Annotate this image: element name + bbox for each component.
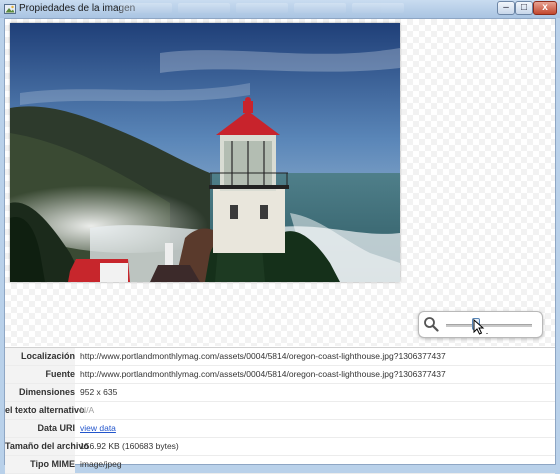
zoom-control bbox=[418, 311, 543, 338]
background-tabs bbox=[120, 3, 440, 15]
property-value[interactable]: http://www.portlandmonthlymag.com/assets… bbox=[80, 366, 446, 383]
property-row: Fuente http://www.portlandmonthlymag.com/… bbox=[5, 366, 555, 384]
properties-table: Localización http://www.portlandmonthlyma… bbox=[5, 347, 555, 474]
background-tab bbox=[236, 3, 288, 13]
title-bar[interactable]: Propiedades de la imagen – □ x bbox=[0, 0, 560, 18]
property-label: Fuente bbox=[5, 366, 75, 383]
image-icon bbox=[4, 4, 16, 14]
magnifier-icon[interactable] bbox=[423, 316, 439, 332]
property-row: Dimensiones 952 x 635 bbox=[5, 384, 555, 402]
property-row: Tamaño del archivo 156.92 KB (160683 byte… bbox=[5, 438, 555, 456]
close-button[interactable]: x bbox=[533, 1, 557, 15]
property-value: N/A bbox=[80, 405, 95, 415]
image-viewer[interactable] bbox=[5, 19, 555, 346]
minimize-button[interactable]: – bbox=[497, 1, 515, 15]
property-label: Localización bbox=[5, 348, 75, 365]
mouse-cursor-icon bbox=[473, 319, 485, 335]
view-data-link[interactable]: view data bbox=[80, 420, 116, 437]
property-row: Localización http://www.portlandmonthlyma… bbox=[5, 348, 555, 366]
dialog-content: Localización http://www.portlandmonthlyma… bbox=[4, 18, 556, 474]
property-label: Data URI bbox=[5, 420, 75, 437]
preview-image bbox=[10, 23, 400, 282]
zoom-slider-track[interactable] bbox=[446, 324, 532, 327]
property-row: el texto alternativo N/A bbox=[5, 402, 555, 420]
property-value[interactable]: 156.92 KB (160683 bytes) bbox=[80, 438, 179, 455]
property-value[interactable]: http://www.portlandmonthlymag.com/assets… bbox=[80, 348, 446, 365]
background-tab bbox=[352, 3, 404, 13]
property-label: Tamaño del archivo bbox=[5, 438, 89, 455]
background-tab bbox=[120, 3, 172, 13]
property-row: Data URI view data bbox=[5, 420, 555, 438]
zoom-slider-tick bbox=[486, 333, 489, 334]
property-label: Dimensiones bbox=[5, 384, 75, 401]
property-value[interactable]: image/jpeg bbox=[80, 456, 122, 473]
property-label: el texto alternativo bbox=[5, 402, 85, 419]
maximize-button[interactable]: □ bbox=[515, 1, 533, 15]
background-tab bbox=[178, 3, 230, 13]
window-title: Propiedades de la imagen bbox=[19, 3, 136, 14]
background-tab bbox=[294, 3, 346, 13]
property-value[interactable]: 952 x 635 bbox=[80, 384, 117, 401]
property-row: Tipo MIME image/jpeg bbox=[5, 456, 555, 474]
property-label: Tipo MIME bbox=[5, 456, 75, 473]
